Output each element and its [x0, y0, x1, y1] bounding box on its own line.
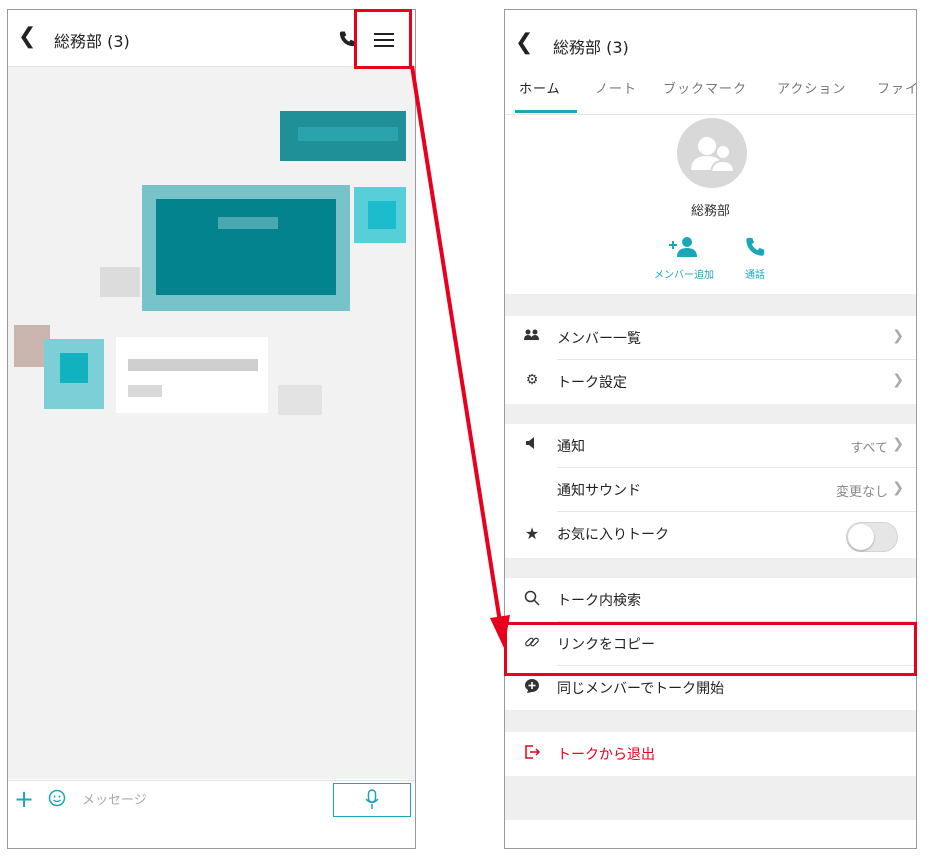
annotation-arrow [410, 65, 510, 648]
